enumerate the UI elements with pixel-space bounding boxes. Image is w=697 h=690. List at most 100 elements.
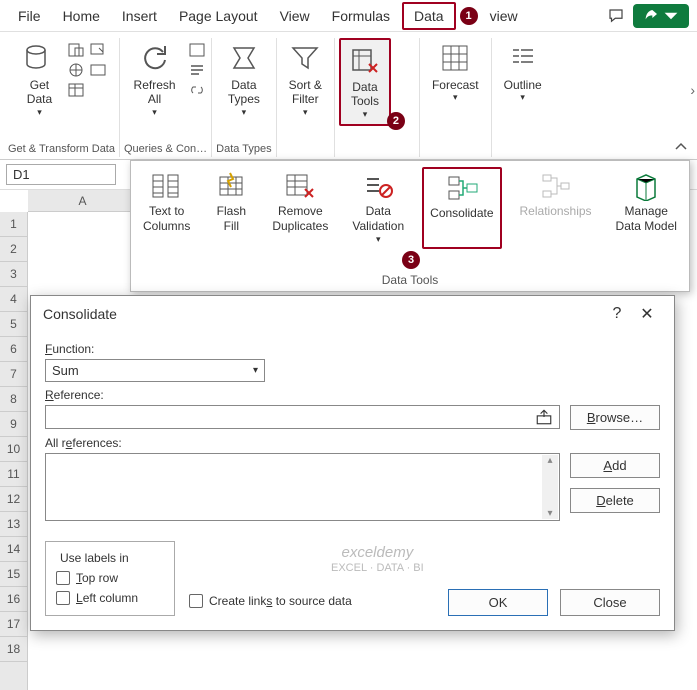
listbox-scrollbar[interactable]: ▴▾ (542, 455, 558, 519)
dialog-titlebar[interactable]: Consolidate ? ✕ (31, 296, 674, 332)
tab-insert[interactable]: Insert (112, 4, 167, 28)
forecast-icon (439, 42, 471, 74)
browse-button[interactable]: Browse… (570, 405, 660, 430)
group-data-types: Data Types ▾ Data Types (212, 38, 276, 157)
tab-home[interactable]: Home (53, 4, 110, 28)
manage-data-model-button[interactable]: Manage Data Model (610, 167, 683, 249)
group-forecast: Forecast ▾ (420, 38, 492, 157)
share-icon (643, 8, 659, 24)
row-header[interactable]: 5 (0, 312, 27, 337)
from-table-icon[interactable] (67, 82, 85, 98)
close-button[interactable]: Close (560, 589, 660, 616)
row-header[interactable]: 7 (0, 362, 27, 387)
label: Consolidate (430, 206, 493, 221)
function-select[interactable]: Sum ▾ (45, 359, 265, 382)
tab-page-layout[interactable]: Page Layout (169, 4, 268, 28)
text-to-columns-icon (150, 171, 184, 201)
outline-label: Outline (504, 78, 542, 92)
data-types-label: Data Types (228, 78, 260, 107)
delete-button[interactable]: Delete (570, 488, 660, 513)
row-header[interactable]: 8 (0, 387, 27, 412)
label: Remove Duplicates (272, 204, 328, 234)
create-links-checkbox[interactable]: Create links to source data (189, 594, 352, 608)
text-to-columns-button[interactable]: Text to Columns (137, 167, 196, 249)
group-queries: Refresh All ▾ Queries & Con… (120, 38, 212, 157)
row-header[interactable]: 1 (0, 212, 27, 237)
forecast-button[interactable]: Forecast ▾ (424, 38, 487, 107)
consolidate-button[interactable]: Consolidate (422, 167, 501, 249)
refresh-all-button[interactable]: Refresh All ▾ (126, 38, 184, 122)
row-header[interactable]: 2 (0, 237, 27, 262)
row-header[interactable]: 16 (0, 587, 27, 612)
ribbon-overflow-icon[interactable]: › (690, 82, 695, 98)
data-types-button[interactable]: Data Types ▾ (220, 38, 268, 122)
flash-fill-button[interactable]: Flash Fill (208, 167, 254, 249)
sort-filter-label: Sort & Filter (289, 78, 322, 107)
use-labels-fieldset: Use labels in Top row Left column (45, 541, 175, 616)
collapse-ribbon-icon[interactable] (673, 139, 689, 155)
col-header-a[interactable]: A (28, 190, 138, 211)
data-tools-popup: Text to Columns Flash Fill Remove Duplic… (130, 160, 690, 292)
row-header[interactable]: 12 (0, 487, 27, 512)
left-column-checkbox[interactable]: Left column (56, 591, 164, 605)
existing-conn-icon[interactable] (89, 62, 107, 78)
name-box[interactable]: D1 (6, 164, 116, 185)
database-icon (23, 42, 55, 74)
properties-icon[interactable] (188, 62, 206, 78)
row-header[interactable]: 3 (0, 262, 27, 287)
relationships-button: Relationships (514, 167, 598, 249)
from-text-icon[interactable] (67, 42, 85, 58)
dialog-close-button[interactable]: ✕ (632, 304, 662, 324)
data-model-icon (629, 171, 663, 201)
data-tools-button[interactable]: Data Tools ▾ (339, 38, 391, 126)
row-header[interactable]: 4 (0, 287, 27, 312)
dialog-title: Consolidate (43, 306, 602, 322)
tab-view[interactable]: View (270, 4, 320, 28)
top-row-checkbox[interactable]: Top row (56, 571, 164, 585)
sort-filter-button[interactable]: Sort & Filter ▾ (281, 38, 330, 122)
all-references-listbox[interactable]: ▴▾ (45, 453, 560, 521)
from-web-icon[interactable] (67, 62, 85, 78)
reference-label: Reference: (45, 388, 660, 402)
row-header[interactable]: 18 (0, 637, 27, 662)
funnel-icon (289, 42, 321, 74)
edit-links-icon[interactable] (188, 82, 206, 98)
tab-data[interactable]: Data (402, 2, 456, 30)
consolidate-icon (445, 173, 479, 203)
data-validation-button[interactable]: Data Validation ▾ (346, 167, 410, 249)
tab-view-2[interactable]: view (480, 4, 528, 28)
reference-input[interactable] (45, 405, 560, 429)
group-data-tools: Data Tools ▾ 2 (335, 38, 420, 157)
label: Relationships (520, 204, 592, 219)
row-header[interactable]: 14 (0, 537, 27, 562)
tab-file[interactable]: File (8, 4, 51, 28)
group-get-transform: Get Data ▾ Get & Transform Data (4, 38, 120, 157)
group-queries-label: Queries & Con… (124, 141, 207, 157)
outline-button[interactable]: Outline ▾ (496, 38, 550, 107)
tab-formulas[interactable]: Formulas (322, 4, 400, 28)
dialog-help-button[interactable]: ? (602, 305, 632, 323)
badge-3: 3 (402, 251, 420, 269)
row-header[interactable]: 15 (0, 562, 27, 587)
group-types-label: Data Types (216, 141, 271, 157)
row-header[interactable]: 13 (0, 512, 27, 537)
row-header[interactable]: 17 (0, 612, 27, 637)
get-data-button[interactable]: Get Data ▾ (15, 38, 63, 122)
row-header[interactable]: 9 (0, 412, 27, 437)
refresh-icon (139, 42, 171, 74)
badge-1: 1 (460, 7, 478, 25)
data-types-icon (228, 42, 260, 74)
recent-sources-icon[interactable] (89, 42, 107, 58)
row-header[interactable]: 6 (0, 337, 27, 362)
row-header[interactable]: 11 (0, 462, 27, 487)
share-button[interactable] (633, 4, 689, 28)
comments-button[interactable] (607, 7, 625, 25)
add-button[interactable]: Add (570, 453, 660, 478)
label: Text to Columns (143, 204, 190, 234)
range-picker-icon[interactable] (535, 408, 553, 426)
row-header[interactable]: 10 (0, 437, 27, 462)
remove-duplicates-button[interactable]: Remove Duplicates (266, 167, 334, 249)
ok-button[interactable]: OK (448, 589, 548, 616)
get-data-small-icons (67, 38, 85, 98)
queries-icon[interactable] (188, 42, 206, 58)
